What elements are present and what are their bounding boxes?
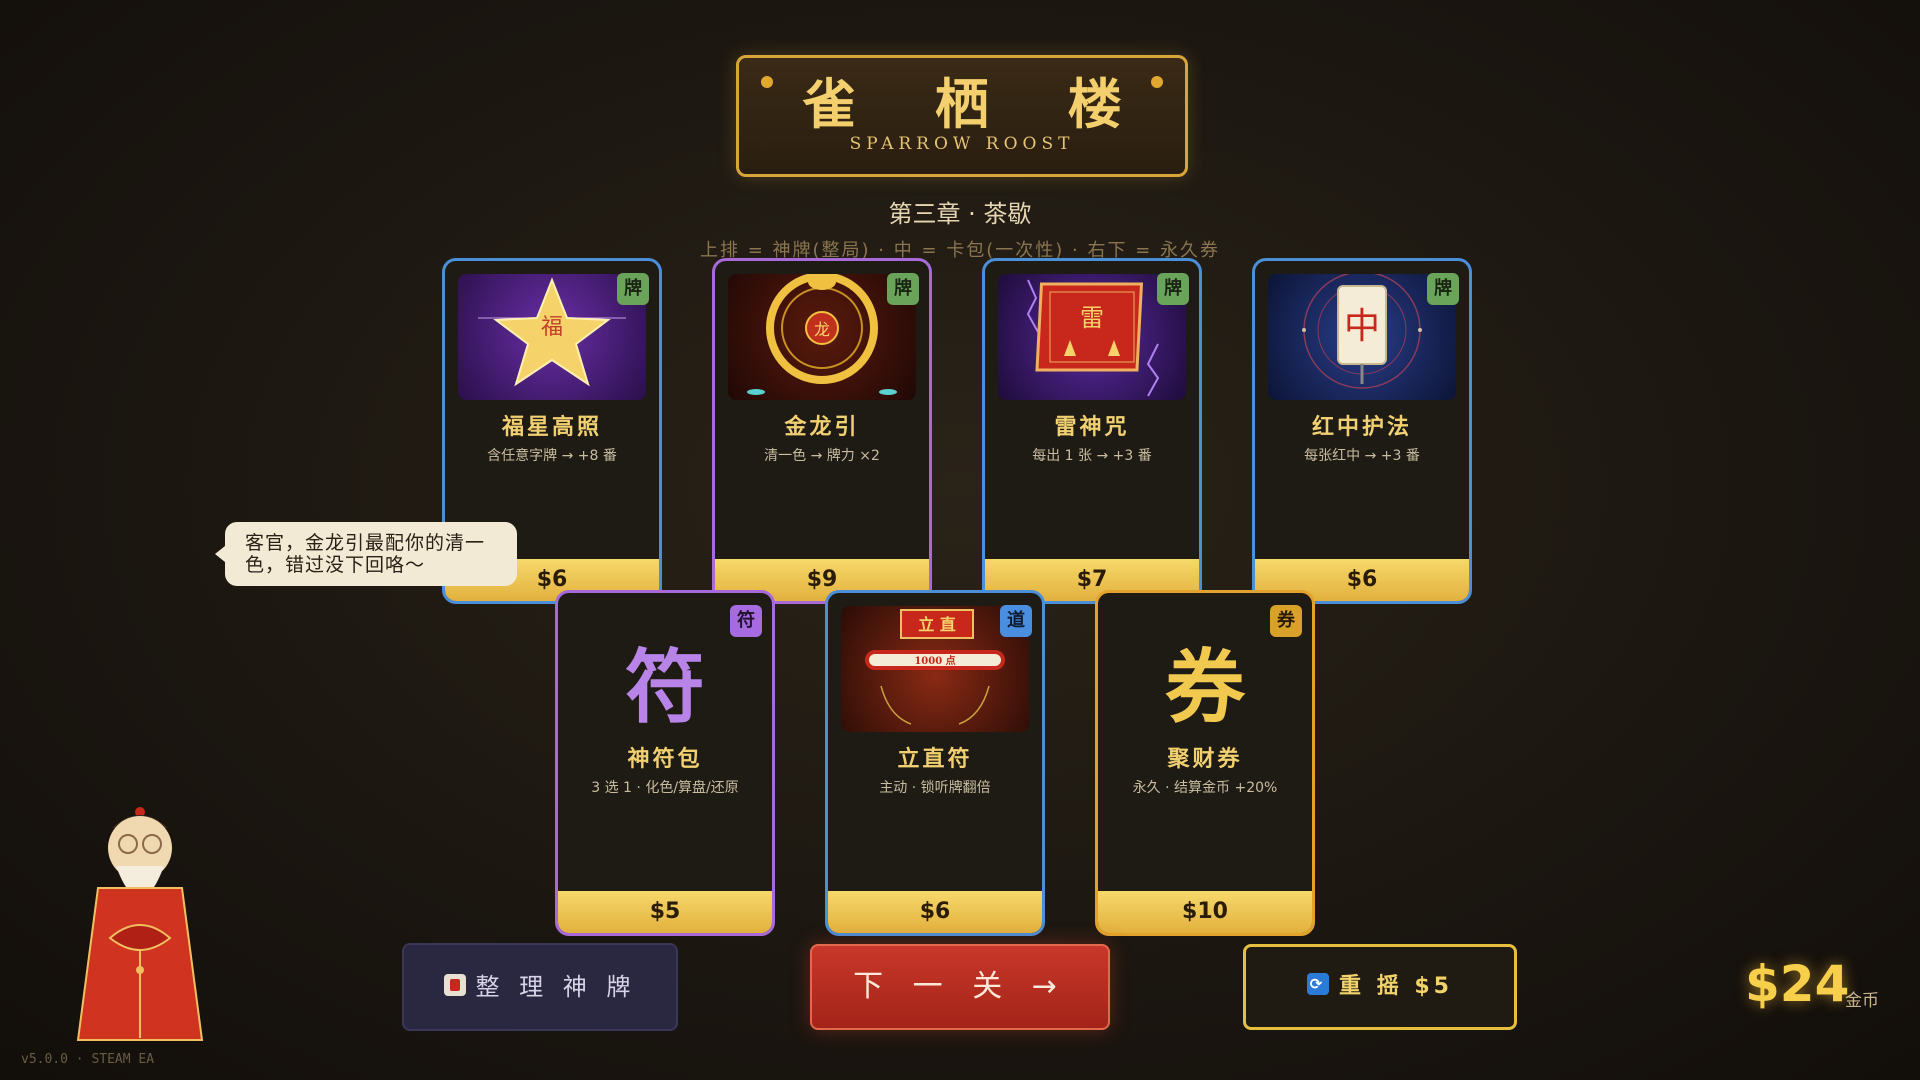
card-name: 红中护法 (1311, 414, 1412, 440)
chapter-title: 第三章 · 茶歇 (888, 200, 1032, 228)
gold-label: 金币 (1845, 991, 1879, 1011)
card-name: 聚财券 (1167, 746, 1243, 772)
card-desc: 含任意字牌 → +8 番 (487, 448, 617, 464)
card-name: 金龙引 (784, 414, 860, 440)
reroll-label: 重 摇 $5 (1339, 974, 1453, 999)
card-type-badge: 牌 (1157, 273, 1189, 305)
talisman-glyph-icon: 符 (625, 640, 705, 734)
card-desc: 每张红中 → +3 番 (1304, 448, 1420, 464)
title-sign: 雀 栖 楼 SPARROW ROOST (736, 55, 1188, 177)
card-price: $5 (558, 891, 772, 933)
card-name: 福星高照 (501, 414, 602, 440)
shop-card-lizhi[interactable]: 立 直 1000 点 道 立直符 主动 · 锁听牌翻倍 $6 (825, 590, 1045, 936)
next-stage-button[interactable]: 下 一 关 → (810, 944, 1110, 1030)
card-name: 立直符 (897, 746, 973, 772)
card-type-badge: 券 (1270, 605, 1302, 637)
refresh-icon: ⟳ (1307, 973, 1330, 995)
card-type-badge: 牌 (887, 273, 919, 305)
mahjong-tile-icon (443, 974, 466, 996)
manage-deck-label: 整 理 神 牌 (475, 973, 637, 1001)
shop-hint: 上排 = 神牌(整局) · 中 = 卡包(一次性) · 右下 = 永久券 (700, 240, 1220, 261)
shopkeeper-character (76, 807, 204, 1041)
version-label: v5.0.0 · STEAM EA (21, 1052, 155, 1067)
card-name: 神符包 (627, 746, 703, 772)
game-subtitle: SPARROW ROOST (849, 134, 1075, 154)
card-type-badge: 道 (1000, 605, 1032, 637)
card-desc: 永久 · 结算金币 +20% (1132, 780, 1278, 796)
card-desc: 3 选 1 · 化色/算盘/还原 (591, 780, 739, 796)
shop-card-shenfu-pack[interactable]: 符 符 神符包 3 选 1 · 化色/算盘/还原 $5 (555, 590, 775, 936)
next-stage-label: 下 一 关 → (853, 969, 1067, 1004)
shopkeeper-speech-bubble: 客官，金龙引最配你的清一色，错过没下回咯～ (215, 522, 517, 586)
game-title: 雀 栖 楼 (802, 72, 1152, 136)
card-type-badge: 牌 (617, 273, 649, 305)
shop-card-jinlong[interactable]: 龙 牌 金龙引 清一色 → 牌力 ×2 $9 (712, 258, 932, 604)
art-title: 立 直 (918, 615, 956, 634)
shop-card-hongzhong[interactable]: 中 牌 红中护法 每张红中 → +3 番 $6 (1252, 258, 1472, 604)
card-type-badge: 牌 (1427, 273, 1459, 305)
art-stick-label: 1000 点 (914, 654, 955, 667)
card-price: $6 (828, 891, 1042, 933)
card-name: 雷神咒 (1054, 414, 1130, 440)
art-label: 龙 (814, 320, 830, 339)
sign-rivet (761, 76, 773, 88)
card-price: $10 (1098, 891, 1312, 933)
card-desc: 主动 · 锁听牌翻倍 (879, 780, 991, 796)
card-desc: 清一色 → 牌力 ×2 (764, 448, 880, 464)
art-label: 中 (1344, 306, 1380, 347)
manage-deck-button[interactable]: 整 理 神 牌 (402, 943, 678, 1031)
voucher-glyph-icon: 券 (1165, 640, 1245, 734)
card-type-badge: 符 (730, 605, 762, 637)
shop-card-jucai-voucher[interactable]: 券 券 聚财券 永久 · 结算金币 +20% $10 (1095, 590, 1315, 936)
art-label: 雷 (1080, 304, 1104, 332)
gold-amount: $24 (1745, 955, 1850, 1013)
art-label: 福 (541, 315, 563, 340)
card-desc: 每出 1 张 → +3 番 (1032, 448, 1152, 464)
reroll-button[interactable]: ⟳ 重 摇 $5 (1243, 944, 1517, 1030)
sign-rivet (1151, 76, 1163, 88)
shop-card-leishen[interactable]: 雷 牌 雷神咒 每出 1 张 → +3 番 $7 (982, 258, 1202, 604)
